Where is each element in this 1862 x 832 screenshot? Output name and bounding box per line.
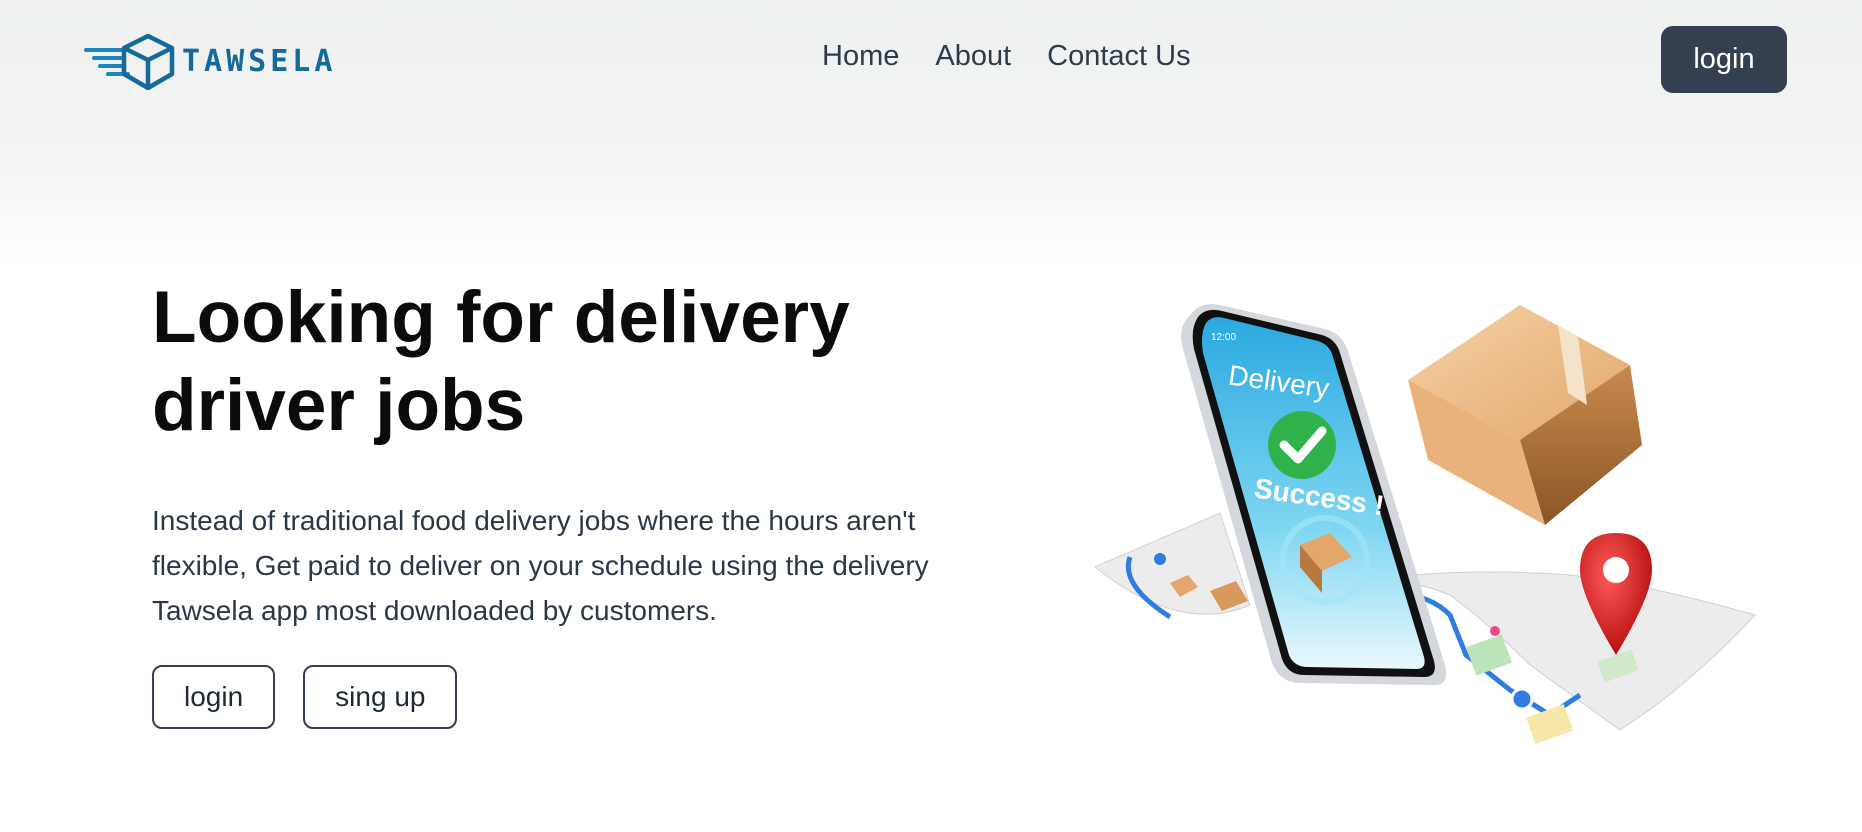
phone-graphic: 12:00 Delivery Success ! bbox=[1181, 304, 1447, 686]
nav-contact-link[interactable]: Contact Us bbox=[1047, 40, 1190, 73]
package-box-graphic bbox=[1408, 305, 1642, 525]
hero-description: Instead of traditional food delivery job… bbox=[152, 505, 929, 626]
box-logo-icon bbox=[84, 33, 175, 90]
nav-home-link[interactable]: Home bbox=[822, 40, 899, 73]
hero-actions: login sing up bbox=[152, 665, 458, 729]
hero-login-button[interactable]: login bbox=[152, 665, 276, 729]
hero-title: Looking for delivery driver jobs bbox=[152, 277, 850, 446]
nav-about-link[interactable]: About bbox=[935, 40, 1011, 73]
site-header: TAWSELA Home About Contact Us login bbox=[0, 0, 1862, 120]
left-map-piece bbox=[1094, 512, 1251, 620]
brand-logo[interactable]: TAWSELA bbox=[84, 32, 336, 90]
hero-signup-button[interactable]: sing up bbox=[303, 665, 458, 729]
header-login-button[interactable]: login bbox=[1661, 26, 1787, 93]
delivery-illustration: 12:00 Delivery Success ! bbox=[1094, 304, 1756, 745]
phone-status-time: 12:00 bbox=[1211, 332, 1236, 343]
brand-name: TAWSELA bbox=[182, 43, 337, 79]
main-nav: Home About Contact Us bbox=[822, 40, 1191, 73]
